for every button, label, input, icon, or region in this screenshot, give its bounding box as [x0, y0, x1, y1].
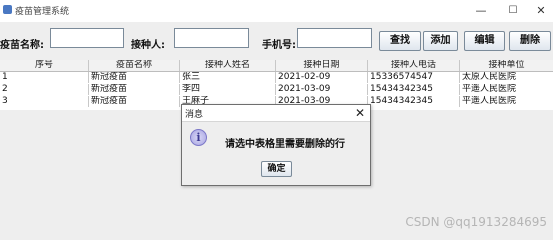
table-cell: 太原人民医院: [462, 72, 517, 82]
table-row[interactable]: 2 新冠疫苗 李四 2021-03-09 15434342345 平遥人民医院: [0, 84, 553, 95]
person-label: 接种人:: [131, 40, 165, 51]
table-header: 序号 疫苗名称 接种人姓名 接种日期 接种人电话 接种单位: [0, 60, 553, 72]
column-header[interactable]: 接种单位: [460, 60, 553, 71]
edit-button[interactable]: 编辑: [464, 31, 505, 51]
window-title: 疫苗管理系统: [15, 7, 70, 17]
column-header[interactable]: 接种日期: [276, 60, 368, 71]
person-input[interactable]: [174, 28, 249, 48]
phone-label: 手机号:: [262, 40, 296, 51]
table-cell: 2: [0, 84, 89, 95]
dialog-titlebar: 消息 ✕: [182, 105, 370, 122]
message-dialog: 消息 ✕ i 请选中表格里需要删除的行 确定: [181, 104, 371, 186]
table-cell: 2021-03-09: [276, 84, 368, 95]
table-cell: 平遥人民医院: [462, 84, 517, 94]
vaccine-table: 序号 疫苗名称 接种人姓名 接种日期 接种人电话 接种单位 1 新冠疫苗 张三 …: [0, 60, 553, 110]
table-cell: 2021-02-09: [276, 72, 368, 83]
search-button[interactable]: 查找: [379, 31, 421, 51]
table-cell: 15434342345: [368, 84, 460, 95]
table-cell: 新冠疫苗: [89, 84, 180, 95]
table-row[interactable]: 1 新冠疫苗 张三 2021-02-09 15336574547 太原人民医院: [0, 72, 553, 83]
vaccine-name-label: 疫苗名称:: [0, 40, 44, 51]
table-cell: 新冠疫苗: [89, 96, 180, 107]
table-cell: 新冠疫苗: [89, 72, 180, 83]
delete-button[interactable]: 删除: [509, 31, 551, 51]
table-cell: 15336574547: [368, 72, 460, 83]
window-titlebar: 疫苗管理系统 — ☐ ✕: [0, 0, 553, 22]
phone-input[interactable]: [297, 28, 372, 48]
ok-button[interactable]: 确定: [261, 161, 292, 177]
dialog-close-icon[interactable]: ✕: [355, 105, 365, 121]
minimize-button[interactable]: —: [470, 3, 492, 19]
app-icon: [3, 5, 12, 14]
table-cell: 15434342345: [368, 96, 460, 107]
dialog-message: 请选中表格里需要删除的行: [225, 139, 345, 150]
table-cell: 李四: [180, 84, 276, 95]
table-cell: 张三: [180, 72, 276, 83]
table-cell: 平遥人民医院: [462, 96, 517, 106]
close-button[interactable]: ✕: [530, 3, 552, 19]
info-icon: i: [190, 129, 207, 146]
table-cell: 1: [0, 72, 89, 83]
column-header[interactable]: 接种人姓名: [180, 60, 276, 71]
dialog-title: 消息: [185, 110, 204, 120]
column-header[interactable]: 接种人电话: [368, 60, 460, 71]
maximize-button[interactable]: ☐: [502, 3, 524, 19]
vaccine-name-input[interactable]: [50, 28, 124, 48]
table-cell: 3: [0, 96, 89, 107]
watermark: CSDN @qq1913284695: [405, 215, 547, 229]
column-header[interactable]: 序号: [0, 60, 89, 71]
add-button[interactable]: 添加: [423, 31, 458, 51]
column-header[interactable]: 疫苗名称: [89, 60, 180, 71]
